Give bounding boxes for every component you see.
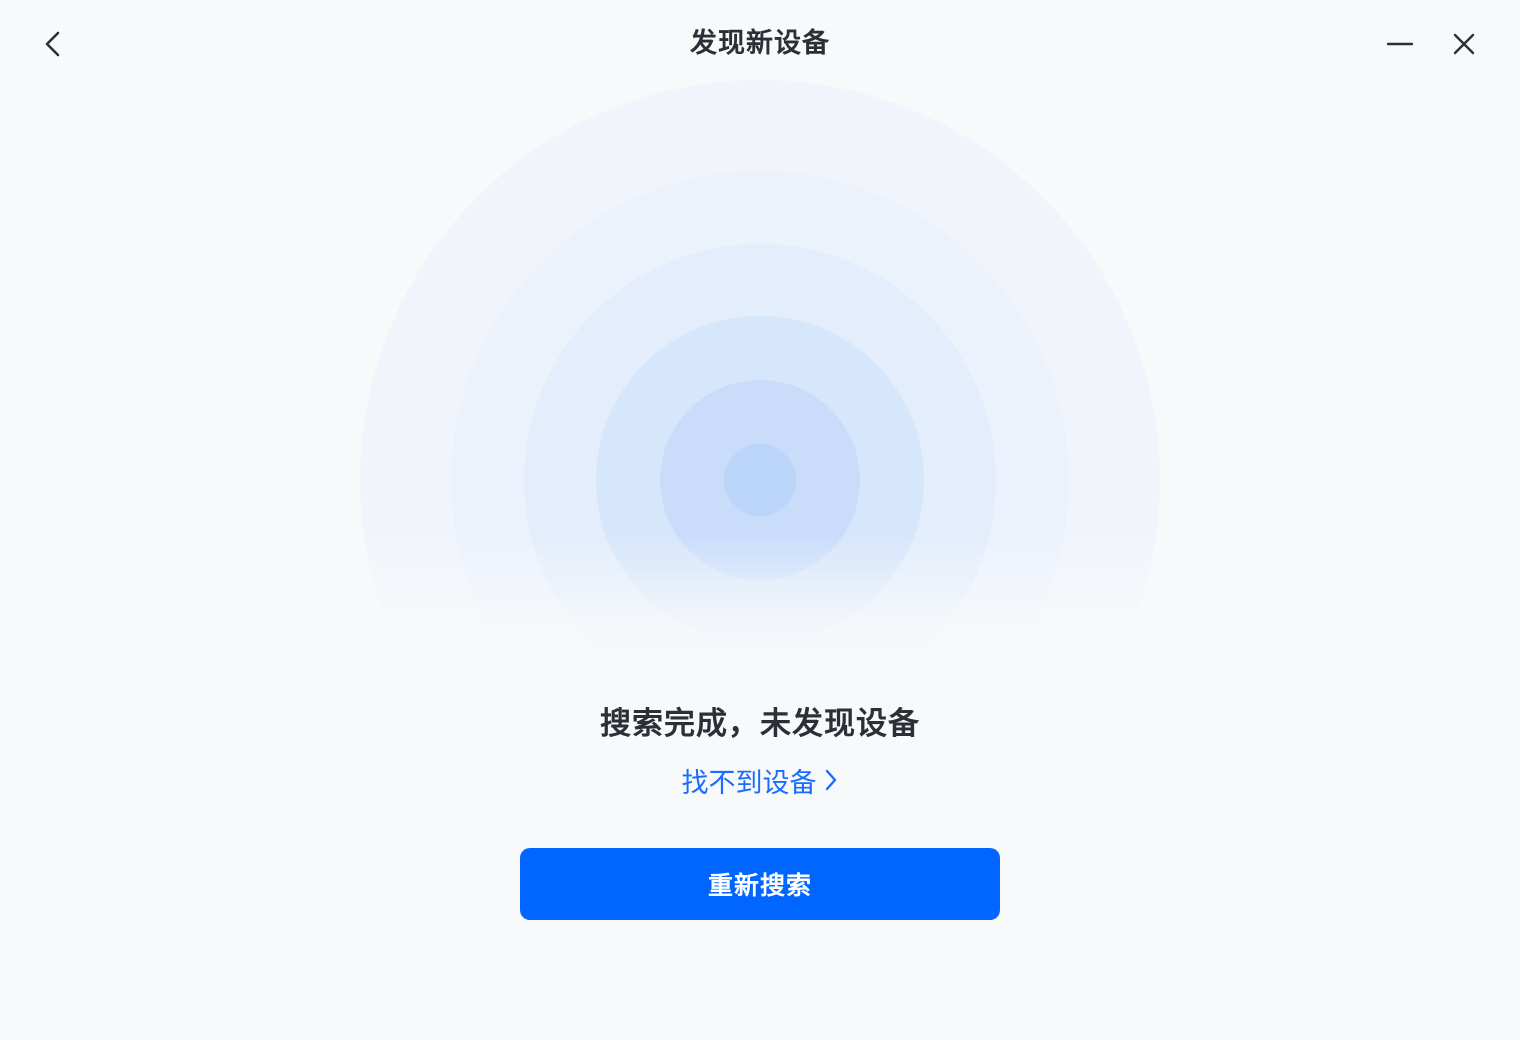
title-bar: 发现新设备: [0, 0, 1520, 88]
search-result-message: 搜索完成，未发现设备: [600, 706, 920, 742]
back-button[interactable]: [30, 20, 78, 68]
radar-search-illustration: [360, 80, 1160, 680]
rescan-button[interactable]: 重新搜索: [520, 848, 1000, 920]
radar-center: [724, 444, 796, 516]
device-discovery-window: 发现新设备 搜索完成，未发现设备 找不到设备 重新搜索: [0, 0, 1520, 1040]
help-link-label: 找不到设备: [681, 767, 817, 799]
cannot-find-device-link[interactable]: 找不到设备: [660, 760, 860, 800]
close-button[interactable]: [1440, 20, 1488, 68]
chevron-left-icon: [45, 31, 60, 57]
page-title: 发现新设备: [690, 28, 830, 59]
radar-illustration: [360, 80, 1160, 680]
chevron-right-icon: [823, 767, 839, 793]
close-icon: [1453, 33, 1475, 55]
minimize-icon: [1386, 42, 1414, 46]
minimize-button[interactable]: [1376, 20, 1424, 68]
